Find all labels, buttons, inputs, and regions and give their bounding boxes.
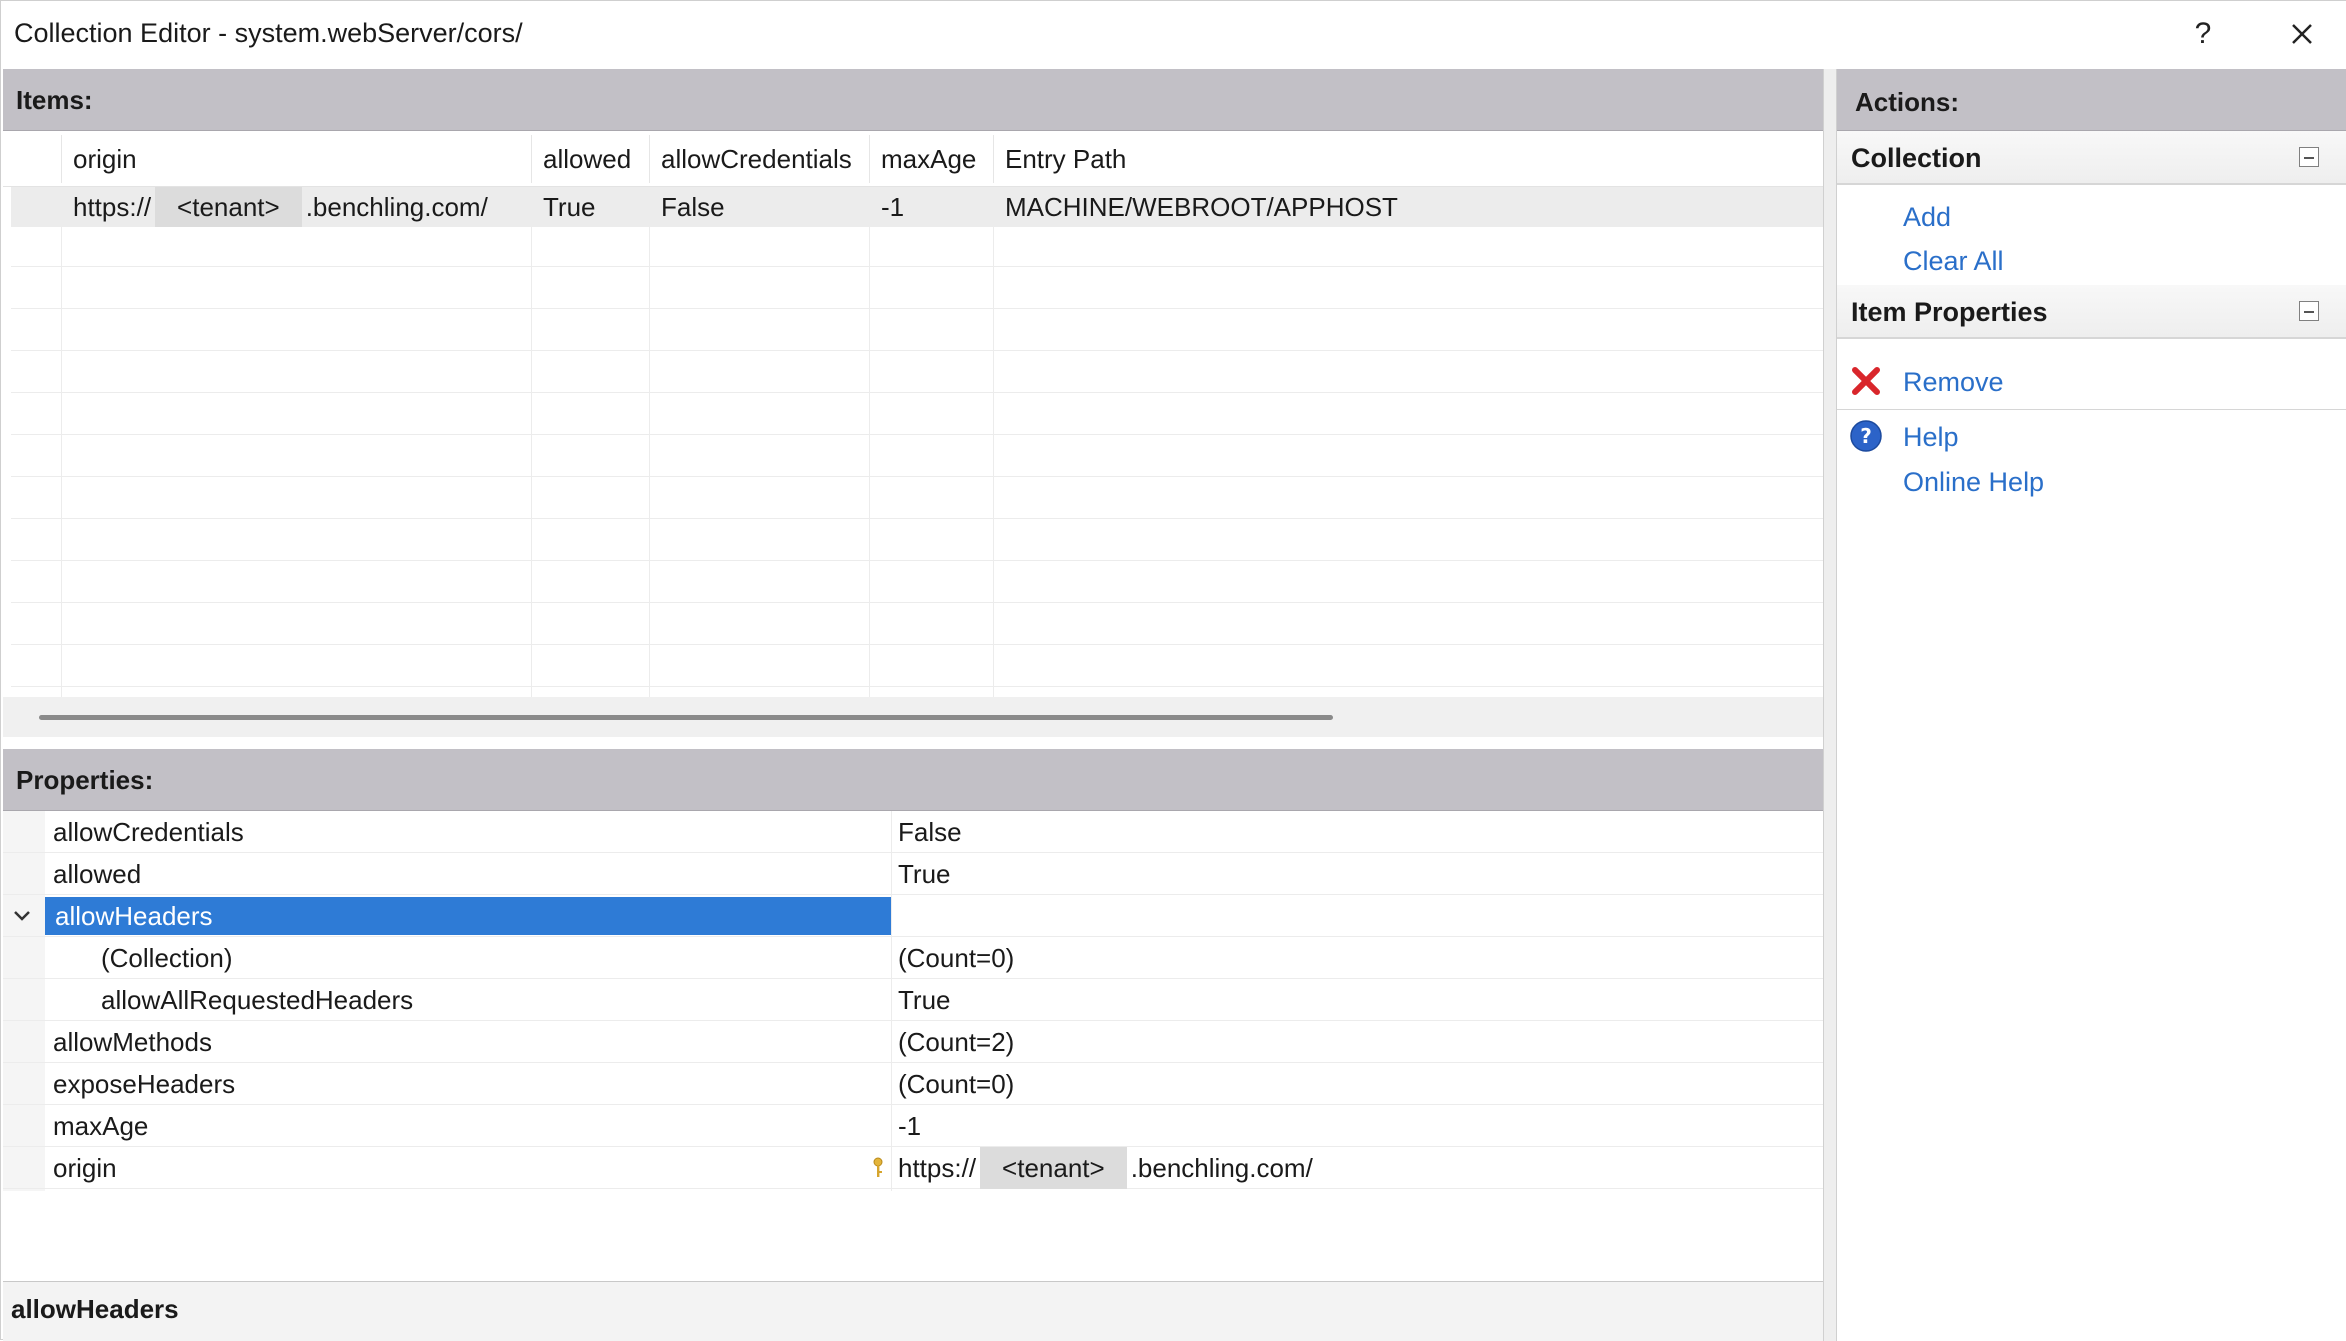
svg-text:?: ?: [1860, 424, 1872, 448]
empty-row: [11, 605, 1823, 645]
empty-row: [11, 395, 1823, 435]
close-icon: [2292, 24, 2312, 44]
property-name: allowed: [53, 859, 142, 889]
column-header-maxage[interactable]: maxAge: [869, 131, 976, 187]
property-value[interactable]: True: [898, 853, 951, 895]
help-button[interactable]: ?: [2183, 11, 2223, 57]
empty-row: [11, 563, 1823, 603]
column-header-origin[interactable]: origin: [61, 131, 137, 187]
empty-row: [11, 227, 1823, 267]
horizontal-scrollbar[interactable]: [3, 697, 1823, 737]
clear-all-link[interactable]: Clear All: [1903, 246, 2004, 277]
empty-row: [11, 353, 1823, 393]
column-header-allowed[interactable]: allowed: [531, 131, 631, 187]
property-name: exposeHeaders: [53, 1069, 236, 1099]
empty-row: [11, 479, 1823, 519]
actions-section-header: Actions:: [1837, 69, 2346, 131]
property-row[interactable]: allowMethods (Count=2): [3, 1021, 1823, 1063]
actions-header-label: Actions:: [1855, 87, 1959, 117]
collection-editor-window: Collection Editor - system.webServer/cor…: [0, 0, 2346, 1341]
cell-entry-path: MACHINE/WEBROOT/APPHOST: [1005, 192, 1398, 222]
origin-prefix: https://: [73, 192, 152, 222]
column-gridline: [993, 187, 994, 697]
key-icon: [873, 1157, 883, 1177]
property-name: maxAge: [53, 1111, 149, 1141]
add-link[interactable]: Add: [1903, 202, 1951, 233]
item-properties-group-header[interactable]: Item Properties: [1837, 285, 2346, 339]
cell-origin: https://<tenant> .benchling.com/: [67, 187, 488, 227]
close-button[interactable]: [2279, 11, 2325, 57]
cell-allowed: True: [543, 192, 596, 222]
window-title: Collection Editor - system.webServer/cor…: [14, 18, 523, 48]
property-value-separator: [891, 811, 892, 1191]
selected-property-highlight[interactable]: allowHeaders: [45, 897, 891, 935]
property-value[interactable]: True: [898, 979, 951, 1021]
properties-section-header: Properties:: [3, 749, 1823, 811]
empty-row: [11, 269, 1823, 309]
collection-group-title: Collection: [1851, 143, 1982, 173]
item-properties-group-title: Item Properties: [1851, 297, 2048, 327]
property-name: allowAllRequestedHeaders: [101, 985, 414, 1015]
online-help-link[interactable]: Online Help: [1903, 467, 2044, 498]
property-value[interactable]: (Count=0): [898, 1063, 1014, 1105]
actions-divider: [1837, 409, 2346, 410]
empty-row: [11, 437, 1823, 477]
panel-splitter[interactable]: [1823, 69, 1837, 1341]
property-row[interactable]: allowAllRequestedHeaders True: [3, 979, 1823, 1021]
property-name: origin: [53, 1153, 117, 1183]
property-value[interactable]: (Count=2): [898, 1021, 1014, 1063]
cell-allowcredentials: False: [661, 192, 725, 222]
property-row[interactable]: allowed True: [3, 853, 1823, 895]
property-row[interactable]: allowCredentials False: [3, 811, 1823, 853]
collapse-item-properties-button[interactable]: [2299, 301, 2319, 321]
help-link[interactable]: Help: [1903, 422, 1959, 453]
origin-prefix: https://: [898, 1153, 977, 1183]
title-bar: Collection Editor - system.webServer/cor…: [1, 1, 2346, 69]
properties-grid[interactable]: allowCredentials False allowed True allo…: [3, 811, 1823, 1273]
property-value[interactable]: (Count=0): [898, 937, 1014, 979]
empty-row: [11, 647, 1823, 687]
property-row[interactable]: origin https://<tenant> .benchling.com/: [3, 1147, 1823, 1189]
scrollbar-thumb[interactable]: [39, 715, 1333, 720]
actions-panel: Collection Add Clear All Item Properties…: [1837, 131, 2346, 1341]
remove-x-icon: [1852, 367, 1880, 395]
column-header-entry-path[interactable]: Entry Path: [993, 131, 1126, 187]
empty-row: [11, 521, 1823, 561]
property-row[interactable]: (Collection) (Count=0): [3, 937, 1823, 979]
items-grid[interactable]: origin allowed allowCredentials maxAge E…: [3, 131, 1823, 737]
property-name: allowHeaders: [55, 901, 213, 931]
items-header-label: Items:: [16, 85, 93, 115]
property-row[interactable]: maxAge -1: [3, 1105, 1823, 1147]
property-name: allowMethods: [53, 1027, 212, 1057]
collection-group-header[interactable]: Collection: [1837, 131, 2346, 185]
description-title: allowHeaders: [11, 1294, 179, 1324]
table-row[interactable]: https://<tenant> .benchling.com/ True Fal…: [11, 187, 1823, 227]
help-question-icon: ?: [1850, 420, 1882, 452]
property-value[interactable]: False: [898, 811, 962, 853]
chevron-down-icon[interactable]: [9, 903, 35, 929]
properties-header-label: Properties:: [16, 765, 154, 795]
property-value[interactable]: -1: [898, 1105, 921, 1147]
empty-row: [11, 311, 1823, 351]
redacted-tenant: <tenant>: [155, 187, 302, 227]
column-gridline: [61, 187, 62, 697]
column-gridline: [869, 187, 870, 697]
property-name: allowCredentials: [53, 817, 244, 847]
property-value-origin[interactable]: https://<tenant> .benchling.com/: [898, 1147, 1313, 1189]
column-gridline: [531, 187, 532, 697]
origin-suffix: .benchling.com/: [1130, 1153, 1313, 1183]
column-header-allowcredentials[interactable]: allowCredentials: [649, 131, 852, 187]
property-name: (Collection): [101, 943, 233, 973]
redacted-tenant: <tenant>: [980, 1147, 1127, 1189]
column-gridline: [649, 187, 650, 697]
items-grid-header: origin allowed allowCredentials maxAge E…: [3, 131, 1823, 187]
cell-maxage: -1: [881, 192, 905, 222]
collapse-collection-button[interactable]: [2299, 147, 2319, 167]
items-section-header: Items:: [3, 69, 1823, 131]
property-row[interactable]: exposeHeaders (Count=0): [3, 1063, 1823, 1105]
property-description-bar: allowHeaders: [3, 1281, 1823, 1341]
origin-suffix: .benchling.com/: [305, 192, 488, 222]
property-row-selected[interactable]: allowHeaders: [3, 895, 1823, 937]
remove-link[interactable]: Remove: [1903, 367, 2004, 398]
